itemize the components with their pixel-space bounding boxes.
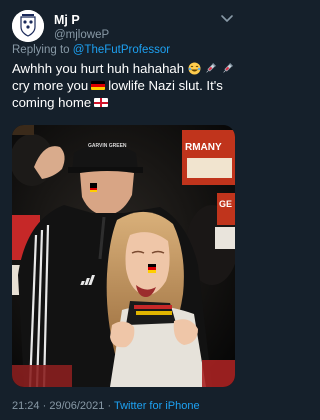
display-name[interactable]: Mj P [54,13,109,28]
stadium-crowd-photo: RMANY GE GARVIN GREEN [12,125,235,387]
syringe-emoji-icon [223,63,234,73]
tweet-line-3: coming home [12,95,92,110]
reply-prefix: Replying to [12,44,70,56]
tweet-text: Awhhh you hurt huh hahahah cry more you … [12,60,240,111]
banner-text: RMANY [185,142,222,153]
tweet-time[interactable]: 21:24 [12,400,40,412]
england-flag-icon [94,98,109,107]
tweet-timestamp: 21:24 · 29/06/2021 · Twitter for iPhone [12,400,200,412]
reply-mention-link[interactable]: @TheFutProfessor [73,44,170,56]
side-banner-text: GE [219,199,232,209]
tweet-line-2b: lowlife Nazi slut. It's [108,78,223,93]
syringe-emoji-icon [206,63,217,73]
cap-text: GARVIN GREEN [88,143,127,149]
avatar[interactable] [12,10,44,42]
meta-separator: · [42,400,47,412]
laughing-emoji-icon [188,62,201,75]
tweet-header: Mj P @mjloweP [12,10,235,46]
meta-separator-2: · [107,400,112,412]
avatar-badge-icon [12,10,44,42]
tweet-source-link[interactable]: Twitter for iPhone [114,400,200,412]
reply-context: Replying to @TheFutProfessor [12,44,170,56]
tweet-line-2a: cry more you [12,78,89,93]
tweet-date[interactable]: 29/06/2021 [49,400,104,412]
more-options-icon[interactable] [219,12,235,26]
germany-flag-icon [91,81,106,90]
tweet-line-1: Awhhh you hurt huh hahahah [12,61,185,76]
tweet-photo[interactable]: RMANY GE GARVIN GREEN [12,125,235,387]
user-handle[interactable]: @mjloweP [54,28,109,43]
